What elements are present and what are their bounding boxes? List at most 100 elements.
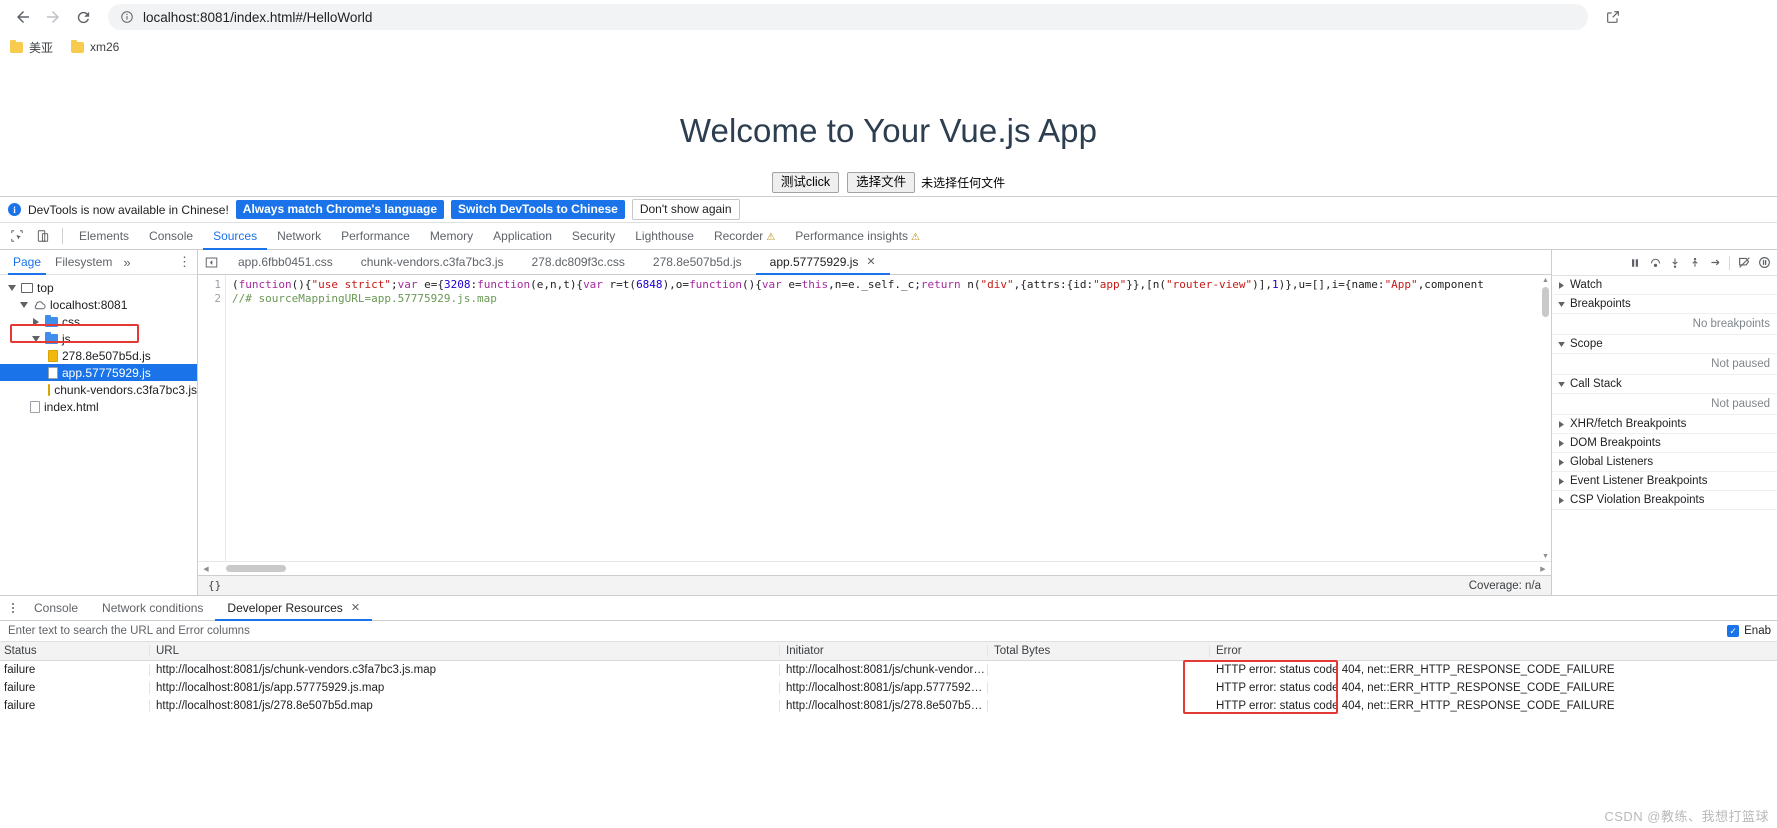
chevron-icon[interactable] [30, 317, 41, 326]
column-header-error[interactable]: Error [1210, 645, 1777, 657]
tab-performance[interactable]: Performance [331, 223, 420, 249]
chevron-icon[interactable] [1557, 496, 1566, 504]
table-row[interactable]: failure http://localhost:8081/js/chunk-v… [0, 661, 1777, 679]
editor-tab-app-css[interactable]: app.6fbb0451.css [224, 250, 347, 274]
section-event-listener-breakpoints[interactable]: Event Listener Breakpoints [1552, 472, 1777, 491]
chevron-icon[interactable] [1557, 281, 1566, 289]
checkbox-icon[interactable]: ✓ [1727, 625, 1740, 637]
drawer-tab-console[interactable]: Console [22, 596, 90, 620]
section-breakpoints[interactable]: Breakpoints [1552, 295, 1777, 314]
drawer-tab-network-conditions[interactable]: Network conditions [90, 596, 215, 620]
scroll-down-icon[interactable]: ▼ [1540, 551, 1551, 561]
code-text[interactable]: (function(){"use strict";var e={3208:fun… [226, 275, 1551, 561]
tree-node-top[interactable]: top [0, 279, 197, 296]
bookmark-item[interactable]: 美亚 [10, 39, 53, 56]
tab-elements[interactable]: Elements [69, 223, 139, 249]
tab-console[interactable]: Console [139, 223, 203, 249]
pause-on-exceptions-icon[interactable] [1755, 253, 1773, 273]
scroll-up-icon[interactable]: ▲ [1540, 275, 1551, 285]
tree-node-index-html[interactable]: index.html [0, 398, 197, 415]
close-icon[interactable]: ✕ [866, 250, 875, 274]
table-row[interactable]: failure http://localhost:8081/js/278.8e5… [0, 697, 1777, 715]
tab-recorder[interactable]: Recorder ⚠ [704, 223, 785, 249]
close-icon[interactable]: ✕ [351, 596, 360, 620]
chevron-icon[interactable] [1557, 458, 1566, 466]
address-bar[interactable]: localhost:8081/index.html#/HelloWorld [108, 4, 1588, 30]
editor-tab-278-css[interactable]: 278.dc809f3c.css [518, 250, 639, 274]
tree-node-chunk-vendors-js[interactable]: chunk-vendors.c3fa7bc3.js [0, 381, 197, 398]
scrollbar-track[interactable] [212, 564, 1537, 573]
tree-node-278-js[interactable]: 278.8e507b5d.js [0, 347, 197, 364]
tree-node-localhost[interactable]: localhost:8081 [0, 296, 197, 313]
tab-performance-insights[interactable]: Performance insights ⚠ [785, 223, 930, 249]
step-over-icon[interactable] [1646, 253, 1664, 273]
chevron-icon[interactable] [1557, 439, 1566, 447]
always-match-language-button[interactable]: Always match Chrome's language [235, 200, 445, 219]
tab-memory[interactable]: Memory [420, 223, 483, 249]
section-watch[interactable]: Watch [1552, 276, 1777, 295]
switch-to-chinese-button[interactable]: Switch DevTools to Chinese [451, 200, 625, 219]
editor-tab-278-js[interactable]: 278.8e507b5d.js [639, 250, 756, 274]
chevron-icon[interactable] [1557, 477, 1566, 485]
chevron-icon[interactable] [6, 284, 17, 292]
toggle-device-toolbar-icon[interactable] [30, 224, 56, 248]
collapse-navigator-icon[interactable] [198, 250, 224, 274]
editor-vertical-scrollbar[interactable]: ▲ ▼ [1540, 275, 1551, 561]
share-icon[interactable] [1600, 4, 1626, 30]
section-call-stack[interactable]: Call Stack [1552, 375, 1777, 394]
navigator-tab-page[interactable]: Page [6, 250, 48, 275]
file-input[interactable]: 选择文件 未选择任何文件 [847, 172, 1005, 193]
column-header-status[interactable]: Status [0, 645, 150, 657]
chevron-icon[interactable] [1557, 420, 1566, 428]
column-header-initiator[interactable]: Initiator [780, 645, 988, 657]
section-xhr-fetch-breakpoints[interactable]: XHR/fetch Breakpoints [1552, 415, 1777, 434]
step-icon[interactable] [1706, 253, 1724, 273]
scroll-right-icon[interactable]: ▶ [1537, 565, 1549, 573]
navigator-more-tabs-icon[interactable]: » [119, 255, 134, 270]
scrollbar-thumb[interactable] [226, 565, 286, 572]
tab-lighthouse[interactable]: Lighthouse [625, 223, 704, 249]
editor-tab-app-js[interactable]: app.57775929.js ✕ [755, 250, 890, 275]
inspect-element-icon[interactable] [4, 224, 30, 248]
chevron-icon[interactable] [1557, 301, 1566, 308]
tab-application[interactable]: Application [483, 223, 562, 249]
scrollbar-thumb[interactable] [1542, 287, 1549, 317]
test-click-button[interactable]: 测试click [771, 172, 840, 193]
chevron-icon[interactable] [1557, 381, 1566, 388]
chevron-icon[interactable] [18, 301, 29, 309]
search-input[interactable] [6, 624, 1728, 638]
chevron-icon[interactable] [30, 335, 41, 343]
tab-sources[interactable]: Sources [203, 223, 268, 250]
editor-tab-chunk-vendors[interactable]: chunk-vendors.c3fa7bc3.js [347, 250, 518, 274]
column-header-total-bytes[interactable]: Total Bytes [988, 645, 1210, 657]
deactivate-breakpoints-icon[interactable] [1735, 253, 1753, 273]
page-info-icon[interactable] [120, 10, 134, 24]
step-out-icon[interactable] [1686, 253, 1704, 273]
navigator-menu-icon[interactable]: ⋮ [178, 254, 191, 270]
tab-network[interactable]: Network [267, 223, 331, 249]
code-view[interactable]: 1 2 (function(){"use strict";var e={3208… [198, 275, 1551, 561]
scroll-left-icon[interactable]: ◀ [200, 565, 212, 573]
dont-show-again-button[interactable]: Don't show again [631, 199, 740, 220]
enable-toggle[interactable]: ✓ Enab [1727, 625, 1771, 637]
pause-icon[interactable] [1626, 253, 1644, 273]
navigator-tab-filesystem[interactable]: Filesystem [48, 250, 119, 274]
section-global-listeners[interactable]: Global Listeners [1552, 453, 1777, 472]
table-row[interactable]: failure http://localhost:8081/js/app.577… [0, 679, 1777, 697]
section-dom-breakpoints[interactable]: DOM Breakpoints [1552, 434, 1777, 453]
chevron-icon[interactable] [1557, 341, 1566, 348]
step-into-icon[interactable] [1666, 253, 1684, 273]
reload-icon[interactable] [68, 2, 98, 32]
choose-file-button[interactable]: 选择文件 [847, 172, 916, 193]
tab-security[interactable]: Security [562, 223, 625, 249]
editor-horizontal-scrollbar[interactable]: ◀ ▶ [198, 561, 1551, 575]
tree-node-css[interactable]: css [0, 313, 197, 330]
column-header-url[interactable]: URL [150, 645, 780, 657]
drawer-menu-icon[interactable] [4, 603, 22, 613]
section-scope[interactable]: Scope [1552, 335, 1777, 354]
tree-node-app-js[interactable]: app.57775929.js [0, 364, 197, 381]
tree-node-js[interactable]: js [0, 330, 197, 347]
back-icon[interactable] [8, 2, 38, 32]
drawer-tab-developer-resources[interactable]: Developer Resources ✕ [215, 596, 372, 621]
forward-icon[interactable] [38, 2, 68, 32]
